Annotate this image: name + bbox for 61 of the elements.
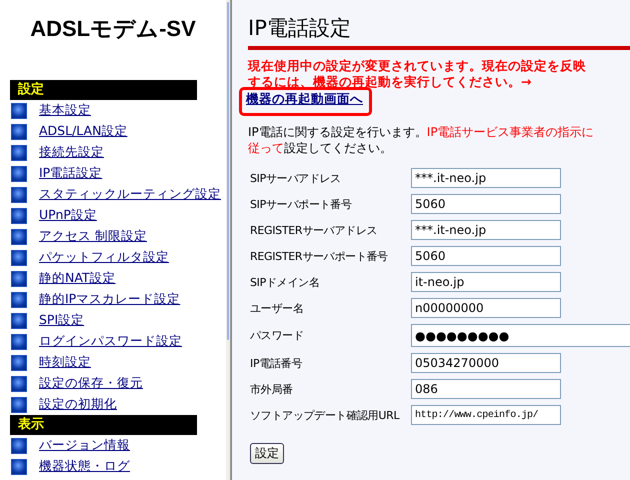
bullet-icon	[11, 438, 27, 454]
input-field[interactable]: ●●●●●●●●●	[411, 324, 630, 347]
bullet-icon	[11, 166, 27, 182]
nav-link[interactable]: 静的NAT設定	[39, 270, 116, 287]
bullet-icon	[11, 354, 27, 370]
input-field[interactable]: 5060	[411, 246, 561, 266]
nav-link[interactable]: 設定の初期化	[39, 396, 117, 413]
logo: ADSLモデム-SV	[29, 15, 197, 43]
field-label: REGISTERサーバアドレス	[250, 222, 378, 238]
input-field[interactable]: 5060	[411, 194, 561, 214]
input-field[interactable]: ***.it-neo.jp	[411, 168, 561, 188]
nav-link[interactable]: IP電話設定	[39, 165, 102, 182]
section-header: 設定	[10, 80, 197, 100]
description: IP電話に関する設定を行います。IP電話サービス事業者の指示に従って設定してください。	[248, 124, 595, 156]
nav-link[interactable]: 基本設定	[39, 102, 91, 119]
bullet-icon	[11, 250, 27, 266]
bullet-icon	[11, 208, 27, 224]
nav-link[interactable]: UPnP設定	[39, 207, 97, 224]
field-label: パスワード	[250, 328, 305, 343]
field-label: SIPサーバポート番号	[250, 196, 353, 212]
nav-link[interactable]: ADSL/LAN設定	[39, 123, 128, 140]
field-label: IP電話番号	[250, 356, 304, 370]
nav-link[interactable]: アクセス 制限設定	[39, 228, 147, 245]
field-label: 市外局番	[250, 382, 294, 396]
nav-link[interactable]: スタティックルーティング設定	[39, 186, 221, 203]
page-title: IP電話設定	[248, 15, 352, 42]
nav-link[interactable]: バージョン情報	[39, 437, 130, 454]
bullet-icon	[11, 396, 27, 412]
bullet-icon	[11, 144, 27, 160]
bullet-icon	[11, 102, 27, 118]
bullet-icon	[11, 228, 27, 244]
reboot-link[interactable]: 機器の再起動画面へ	[239, 87, 372, 116]
field-label: SIPサーバアドレス	[250, 170, 342, 186]
nav-link[interactable]: パケットフィルタ設定	[39, 249, 169, 266]
field-label: SIPドメイン名	[250, 274, 320, 290]
nav-link[interactable]: SPI設定	[39, 312, 84, 329]
field-label: REGISTERサーバポート番号	[250, 248, 389, 264]
nav-link[interactable]: ログインパスワード設定	[39, 333, 182, 350]
input-field[interactable]: 05034270000	[411, 353, 561, 373]
input-field[interactable]: it-neo.jp	[411, 272, 561, 292]
section-header: 表示	[10, 415, 197, 435]
nav-link[interactable]: 時刻設定	[39, 354, 91, 371]
submit-button[interactable]: 設定	[250, 443, 284, 464]
bullet-icon	[11, 186, 27, 202]
bullet-icon	[11, 124, 27, 140]
bullet-icon	[11, 334, 27, 350]
input-field[interactable]: http://www.cpeinfo.jp/	[411, 405, 561, 425]
nav-link[interactable]: 接続先設定	[39, 144, 104, 161]
nav-link[interactable]: 機器状態・ログ	[39, 458, 130, 475]
nav-link[interactable]: 設定の保存・復元	[39, 375, 143, 392]
input-field[interactable]: 086	[411, 379, 561, 399]
bullet-icon	[11, 458, 27, 474]
field-label: ユーザー名	[250, 300, 305, 316]
bullet-icon	[11, 292, 27, 308]
bullet-icon	[11, 312, 27, 328]
input-field[interactable]: ***.it-neo.jp	[411, 220, 561, 240]
bullet-icon	[11, 376, 27, 392]
input-field[interactable]: n00000000	[411, 298, 561, 318]
nav-link[interactable]: 静的IPマスカレード設定	[39, 291, 180, 308]
bullet-icon	[11, 270, 27, 286]
field-label: ソフトアップデート確認用URL	[250, 408, 400, 422]
